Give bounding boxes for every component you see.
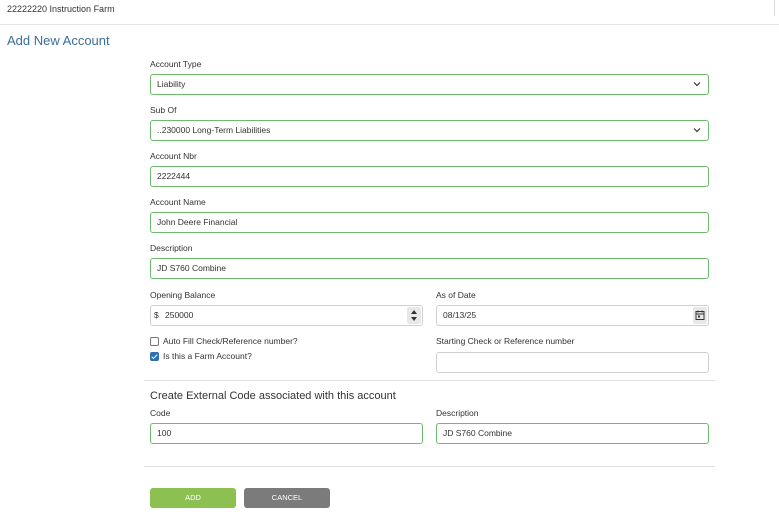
cancel-button[interactable]: CANCEL bbox=[244, 488, 330, 508]
starting-check-input[interactable] bbox=[436, 352, 709, 373]
auto-fill-label: Auto Fill Check/Reference number? bbox=[163, 336, 298, 346]
account-type-select[interactable]: Liability bbox=[150, 74, 709, 95]
description-input[interactable]: JD S760 Combine bbox=[150, 258, 709, 279]
spin-down-icon[interactable] bbox=[411, 317, 417, 321]
as-of-date-value: 08/13/25 bbox=[443, 310, 477, 320]
opening-balance-input[interactable]: $ 250000 bbox=[150, 305, 423, 326]
external-description-label: Description bbox=[436, 408, 479, 418]
farm-account-checkbox[interactable] bbox=[150, 352, 159, 361]
farm-name: 22222220 Instruction Farm bbox=[7, 4, 115, 14]
sub-of-select[interactable]: ..230000 Long-Term Liabilities bbox=[150, 120, 709, 141]
add-button[interactable]: ADD bbox=[150, 488, 236, 508]
chevron-down-icon bbox=[693, 82, 701, 87]
spin-up-icon[interactable] bbox=[411, 310, 417, 314]
account-type-label: Account Type bbox=[150, 59, 202, 69]
external-description-input[interactable]: JD S760 Combine bbox=[436, 423, 709, 444]
auto-fill-checkbox[interactable] bbox=[150, 337, 159, 346]
topbar-divider bbox=[774, 0, 775, 16]
code-label: Code bbox=[150, 408, 171, 418]
code-value: 100 bbox=[157, 428, 172, 438]
account-name-input[interactable]: John Deere Financial bbox=[150, 212, 709, 233]
opening-balance-value: 250000 bbox=[165, 310, 194, 320]
account-type-value: Liability bbox=[157, 79, 186, 89]
number-spinner[interactable] bbox=[407, 307, 421, 324]
page-title: Add New Account bbox=[7, 33, 110, 48]
code-input[interactable]: 100 bbox=[150, 423, 423, 444]
account-name-label: Account Name bbox=[150, 197, 206, 207]
section-divider bbox=[144, 380, 715, 381]
external-code-title: Create External Code associated with thi… bbox=[150, 390, 396, 402]
top-bar: 22222220 Instruction Farm bbox=[0, 0, 779, 25]
chevron-down-icon bbox=[693, 128, 701, 133]
as-of-date-label: As of Date bbox=[436, 290, 476, 300]
account-name-value: John Deere Financial bbox=[157, 217, 238, 227]
description-label: Description bbox=[150, 243, 193, 253]
actions-divider bbox=[144, 466, 715, 467]
starting-check-label: Starting Check or Reference number bbox=[436, 336, 575, 346]
calendar-icon[interactable] bbox=[693, 307, 707, 324]
sub-of-label: Sub Of bbox=[150, 105, 177, 115]
account-nbr-input[interactable]: 2222444 bbox=[150, 166, 709, 187]
opening-balance-label: Opening Balance bbox=[150, 290, 216, 300]
currency-symbol: $ bbox=[154, 310, 159, 320]
as-of-date-input[interactable]: 08/13/25 bbox=[436, 305, 709, 326]
account-nbr-value: 2222444 bbox=[157, 171, 191, 181]
sub-of-value: ..230000 Long-Term Liabilities bbox=[157, 125, 271, 135]
external-description-value: JD S760 Combine bbox=[443, 428, 512, 438]
description-value: JD S760 Combine bbox=[157, 263, 226, 273]
farm-account-label: Is this a Farm Account? bbox=[163, 351, 252, 361]
account-nbr-label: Account Nbr bbox=[150, 151, 197, 161]
